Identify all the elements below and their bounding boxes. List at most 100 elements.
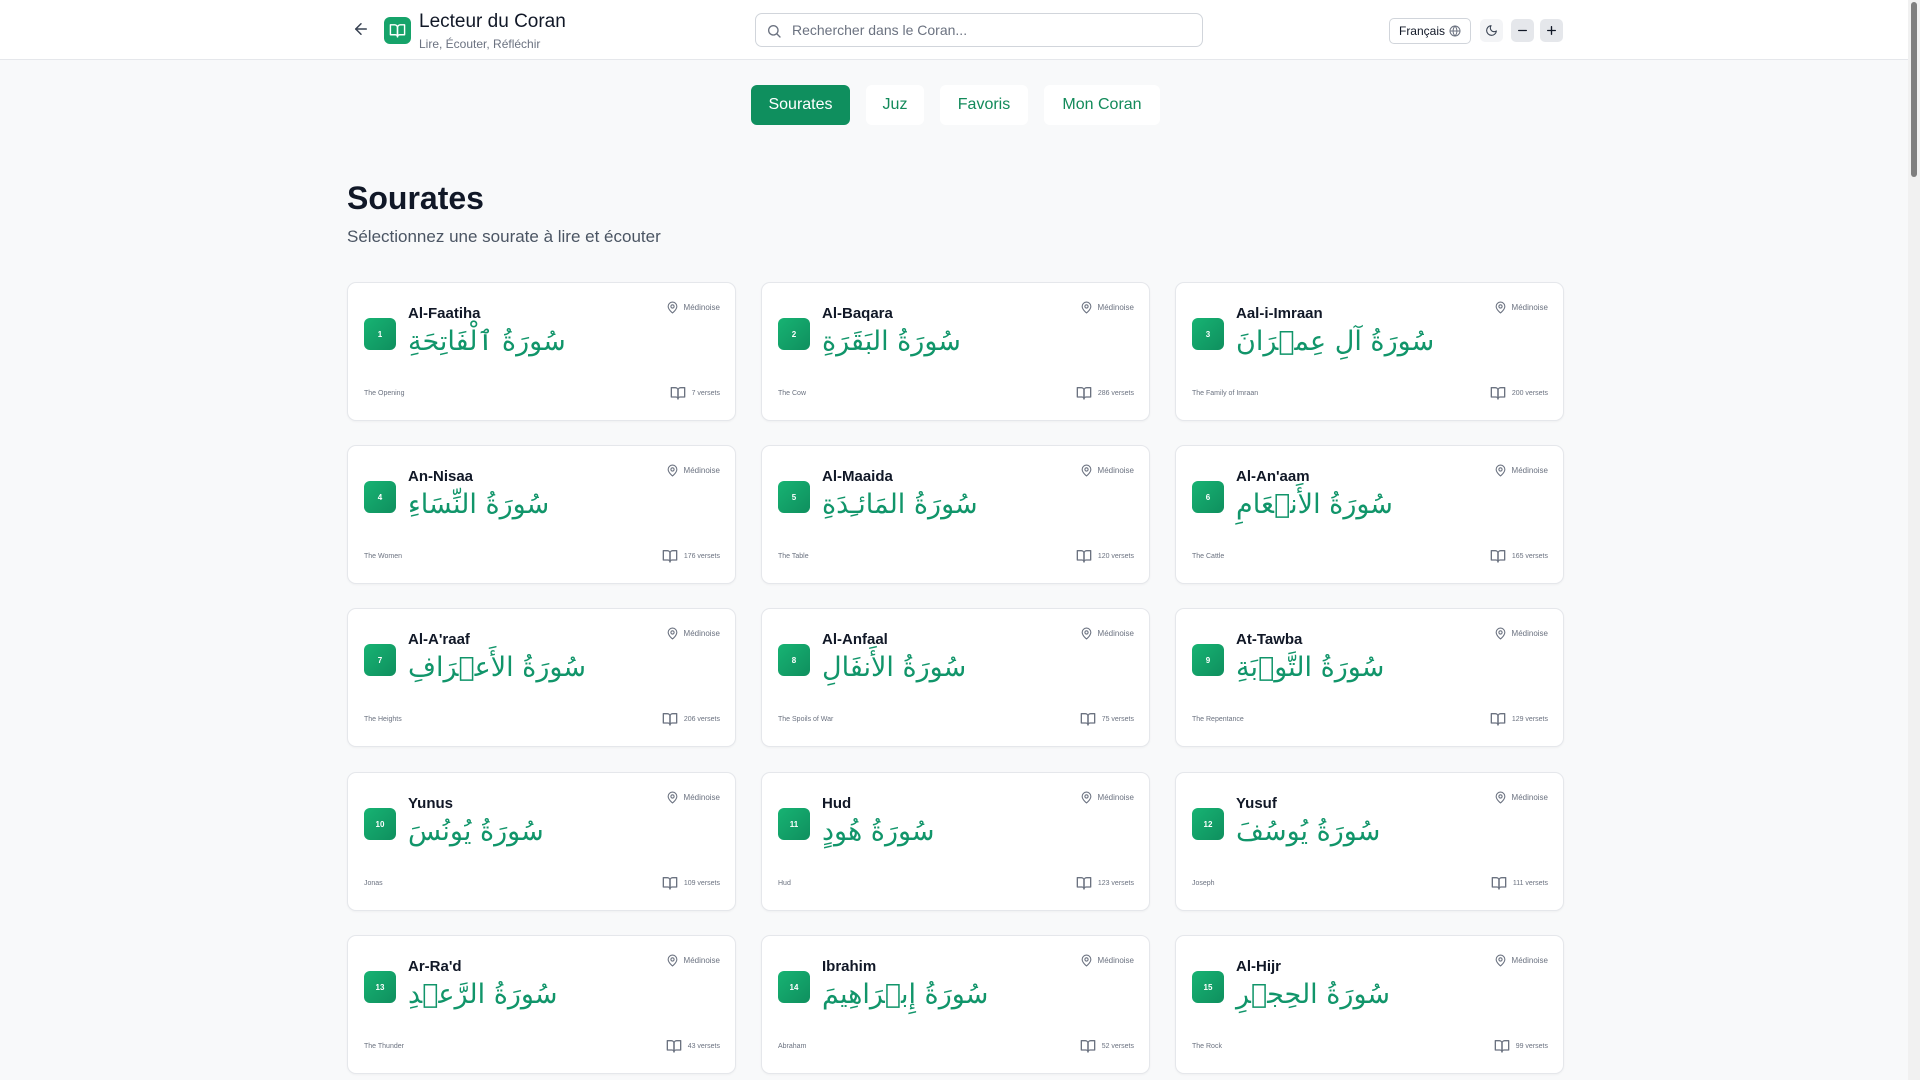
surah-card-3[interactable]: 3 Aal-i-Imraan سُورَةُ آلِ عِمۡرَانَ Méd… <box>1175 282 1564 421</box>
surah-number-badge: 4 <box>364 481 396 513</box>
search-icon <box>768 25 781 38</box>
revelation-place: Médinoise <box>666 301 720 314</box>
map-pin-icon <box>1081 954 1091 967</box>
surah-english-name: The Spoils of War <box>778 716 834 723</box>
theme-toggle-button[interactable] <box>1480 19 1503 42</box>
language-selector[interactable]: Français <box>1389 18 1471 44</box>
surah-arabic-name: سُورَةُ البَقَرَةِ <box>822 326 961 357</box>
surah-card-14[interactable]: 14 Ibrahim سُورَةُ إِبۡرَاهِيمَ Médinois… <box>761 935 1150 1074</box>
app-subtitle: Lire, Écouter, Réfléchir <box>419 37 541 51</box>
book-open-icon <box>1494 1040 1510 1053</box>
verse-count-label: 123 versets <box>1097 879 1134 887</box>
verse-count-label: 75 versets <box>1101 715 1134 723</box>
surah-arabic-name: سُورَةُ إِبۡرَاهِيمَ <box>822 979 989 1010</box>
surah-english-name: Hud <box>778 880 791 887</box>
scrollbar-thumb[interactable] <box>1911 2 1917 177</box>
page-scrollbar[interactable] <box>1908 0 1920 1080</box>
surah-card-7[interactable]: 7 Al-A'raaf سُورَةُ الأَعۡرَافِ Médinois… <box>347 608 736 747</box>
surah-name: Yusuf <box>1236 795 1277 812</box>
surah-card-6[interactable]: 6 Al-An'aam سُورَةُ الأَنۡعَامِ Médinois… <box>1175 445 1564 584</box>
revelation-place: Médinoise <box>666 954 720 967</box>
top-header: Lecteur du Coran Lire, Écouter, Réfléchi… <box>0 0 1908 60</box>
tab-sourates[interactable]: Sourates <box>751 85 850 125</box>
surah-name: Al-An'aam <box>1236 468 1310 485</box>
arrow-left-icon <box>355 23 367 35</box>
revelation-place-label: Médinoise <box>683 629 720 638</box>
book-open-icon <box>1080 1040 1096 1053</box>
verse-count: 165 versets <box>1490 548 1548 564</box>
surah-english-name: The Cattle <box>1192 553 1225 560</box>
revelation-place: Médinoise <box>1494 627 1548 640</box>
verse-count-label: 176 versets <box>683 552 720 560</box>
verse-count: 129 versets <box>1490 711 1548 727</box>
surah-name: Hud <box>822 795 852 812</box>
increase-font-button[interactable] <box>1540 19 1563 42</box>
surah-english-name: Abraham <box>778 1043 807 1050</box>
book-open-icon <box>389 24 406 38</box>
revelation-place-label: Médinoise <box>1097 466 1134 475</box>
verse-count: 286 versets <box>1076 385 1134 401</box>
surah-name: An-Nisaa <box>408 468 474 485</box>
verse-count-label: 111 versets <box>1512 879 1548 887</box>
back-button[interactable] <box>349 17 373 41</box>
page-subtitle: Sélectionnez une sourate à lire et écout… <box>347 227 661 246</box>
verse-count: 200 versets <box>1490 385 1548 401</box>
search-box[interactable] <box>755 13 1203 47</box>
surah-number-badge: 14 <box>778 971 810 1003</box>
plus-icon <box>1547 26 1556 35</box>
surah-arabic-name: سُورَةُ ٱلْفَاتِحَةِ <box>408 326 566 357</box>
surah-english-name: The Cow <box>778 390 807 397</box>
surah-number-badge: 2 <box>778 318 810 350</box>
verse-count: 120 versets <box>1076 548 1134 564</box>
surah-arabic-name: سُورَةُ الأَنفَالِ <box>822 652 967 683</box>
decrease-font-button[interactable] <box>1511 19 1534 42</box>
surah-name: Yunus <box>408 795 454 812</box>
surah-card-12[interactable]: 12 Yusuf سُورَةُ يُوسُفَ Médinoise Josep… <box>1175 772 1564 911</box>
surah-card-4[interactable]: 4 An-Nisaa سُورَةُ النِّسَاءِ Médinoise … <box>347 445 736 584</box>
surah-arabic-name: سُورَةُ النِّسَاءِ <box>408 489 550 520</box>
verse-count: 176 versets <box>662 548 720 564</box>
surah-name: Al-Baqara <box>822 305 893 322</box>
map-pin-icon <box>1495 954 1505 967</box>
surah-number-badge: 6 <box>1192 481 1224 513</box>
surah-card-9[interactable]: 9 At-Tawba سُورَةُ التَّوۡبَةِ Médinoise… <box>1175 608 1564 747</box>
book-open-icon <box>1490 550 1506 563</box>
verse-count: 109 versets <box>662 875 720 891</box>
surah-card-8[interactable]: 8 Al-Anfaal سُورَةُ الأَنفَالِ Médinoise… <box>761 608 1150 747</box>
surah-name: Al-Faatiha <box>408 305 481 322</box>
book-open-icon <box>662 877 678 890</box>
map-pin-icon <box>1081 791 1091 804</box>
surah-card-10[interactable]: 10 Yunus سُورَةُ يُونُسَ Médinoise Jonas… <box>347 772 736 911</box>
revelation-place: Médinoise <box>1494 301 1548 314</box>
surah-name: Ar-Ra'd <box>408 958 462 975</box>
map-pin-icon <box>1081 627 1091 640</box>
verse-count-label: 200 versets <box>1511 389 1548 397</box>
tab-juz[interactable]: Juz <box>866 85 924 125</box>
surah-english-name: The Repentance <box>1192 716 1244 723</box>
revelation-place: Médinoise <box>1080 464 1134 477</box>
surah-card-5[interactable]: 5 Al-Maaida سُورَةُ المَائـِدَةِ Médinoi… <box>761 445 1150 584</box>
tab-mon-coran[interactable]: Mon Coran <box>1044 85 1160 125</box>
surah-card-11[interactable]: 11 Hud سُورَةُ هُودٍ Médinoise Hud 123 v… <box>761 772 1150 911</box>
surah-arabic-name: سُورَةُ آلِ عِمۡرَانَ <box>1236 326 1435 357</box>
surah-card-1[interactable]: 1 Al-Faatiha سُورَةُ ٱلْفَاتِحَةِ Médino… <box>347 282 736 421</box>
surah-number-badge: 8 <box>778 644 810 676</box>
search-input[interactable] <box>792 14 1192 46</box>
surah-card-15[interactable]: 15 Al-Hijr سُورَةُ الحِجۡرِ Médinoise Th… <box>1175 935 1564 1074</box>
surah-english-name: Jonas <box>364 880 383 887</box>
surah-number-badge: 1 <box>364 318 396 350</box>
revelation-place-label: Médinoise <box>1511 956 1548 965</box>
revelation-place-label: Médinoise <box>1511 466 1548 475</box>
verse-count-label: 286 versets <box>1097 389 1134 397</box>
revelation-place: Médinoise <box>1080 791 1134 804</box>
surah-name: Ibrahim <box>822 958 877 975</box>
verse-count-label: 129 versets <box>1511 715 1548 723</box>
book-open-icon <box>1080 713 1096 726</box>
map-pin-icon <box>667 954 677 967</box>
book-open-icon <box>1076 387 1092 400</box>
tab-favoris[interactable]: Favoris <box>940 85 1028 125</box>
map-pin-icon <box>1081 464 1091 477</box>
surah-card-13[interactable]: 13 Ar-Ra'd سُورَةُ الرَّعۡدِ Médinoise T… <box>347 935 736 1074</box>
verse-count-label: 165 versets <box>1511 552 1548 560</box>
surah-card-2[interactable]: 2 Al-Baqara سُورَةُ البَقَرَةِ Médinoise… <box>761 282 1150 421</box>
